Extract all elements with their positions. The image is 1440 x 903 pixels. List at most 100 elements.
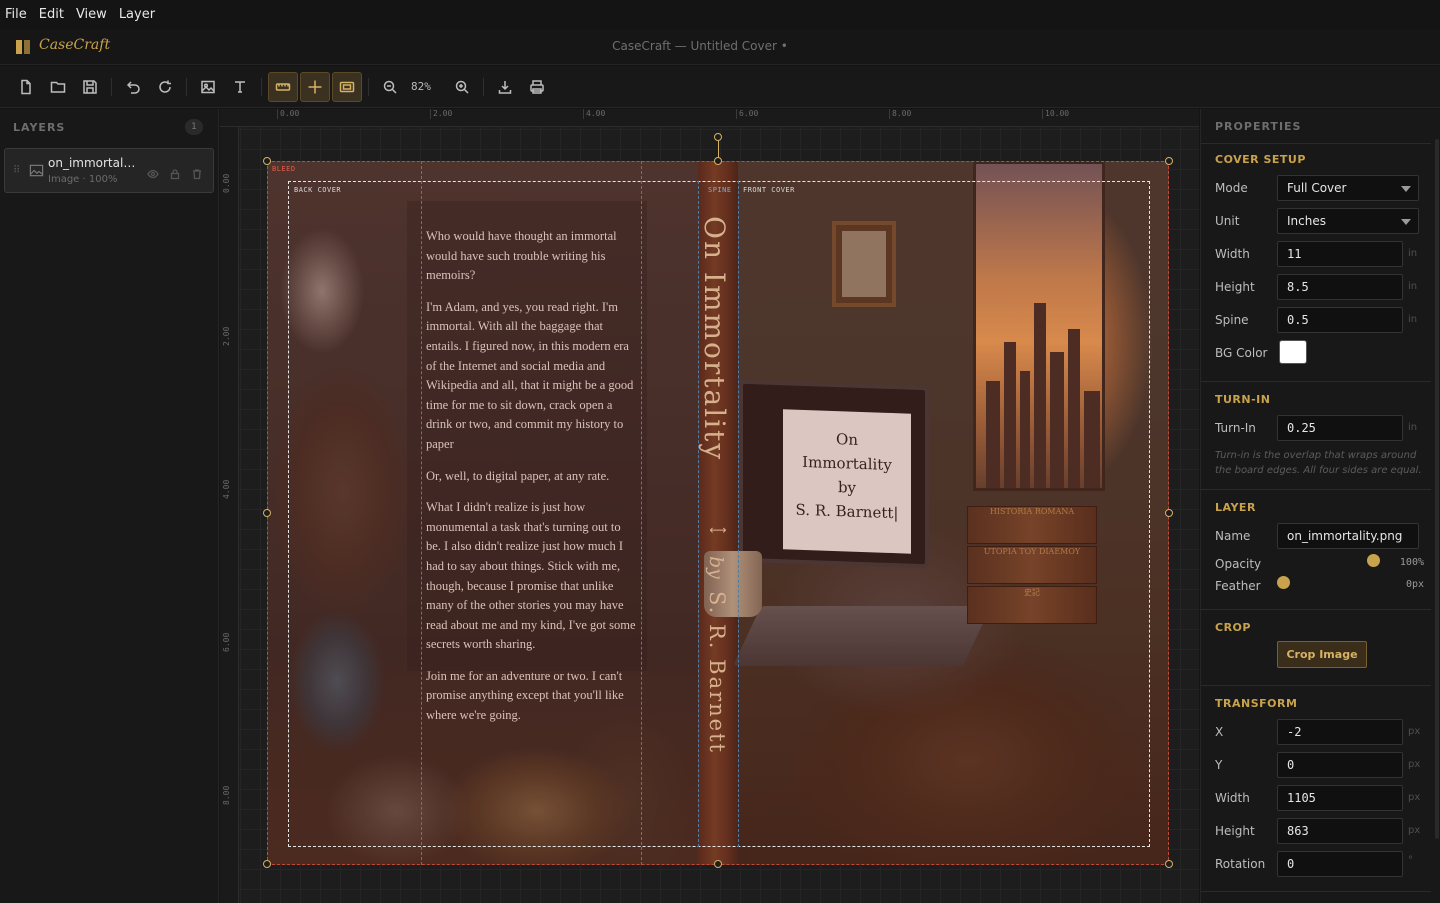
unit-suffix: in [1408, 248, 1418, 259]
section-crop: CROP [1215, 621, 1251, 634]
y-input[interactable]: 0 [1277, 752, 1403, 778]
ruler-label: 2.00 [222, 326, 231, 346]
spine-guide-left [698, 181, 699, 847]
transform-height-input[interactable]: 863 [1277, 818, 1403, 844]
menu-bar: File Edit View Layer [0, 0, 1440, 29]
width-label: Width [1215, 247, 1250, 261]
guide-line [421, 161, 422, 865]
resize-handle-n[interactable] [714, 157, 722, 165]
ruler-label: 0.00 [222, 173, 231, 193]
resize-handle-w[interactable] [263, 509, 271, 517]
zoom-level: 82% [411, 80, 431, 93]
opacity-slider[interactable] [1367, 554, 1380, 567]
unit-select[interactable]: Inches [1277, 208, 1419, 234]
open-folder-button[interactable] [43, 72, 73, 102]
feather-slider[interactable] [1277, 576, 1290, 589]
x-input[interactable]: -2 [1277, 719, 1403, 745]
layer-name: on_immortali… [48, 156, 136, 170]
menu-file[interactable]: File [5, 7, 33, 22]
rotation-input[interactable]: 0 [1277, 851, 1403, 877]
bleed-icon [339, 81, 355, 93]
print-button[interactable] [522, 72, 552, 102]
height-label: Height [1215, 280, 1255, 294]
layer-item[interactable]: ⠿ on_immortali… Image · 100% [4, 148, 214, 193]
resize-handle-ne[interactable] [1165, 157, 1173, 165]
save-icon [83, 80, 97, 94]
rotation-label: Rotation [1215, 857, 1266, 871]
turn-in-note: Turn-in is the overlap that wraps around… [1215, 450, 1422, 476]
ruler-label: 6.00 [736, 109, 758, 119]
back-cover-label: BACK COVER [294, 186, 342, 194]
zoom-out-icon [383, 80, 397, 94]
undo-icon [126, 81, 140, 94]
bg-color-swatch[interactable] [1279, 340, 1307, 364]
unit-suffix: px [1408, 726, 1421, 737]
print-icon [530, 80, 544, 94]
section-transform: TRANSFORM [1215, 697, 1298, 710]
undo-button[interactable] [118, 72, 148, 102]
menu-view[interactable]: View [76, 7, 113, 22]
unit-suffix: in [1408, 281, 1418, 292]
unit-suffix: px [1408, 825, 1421, 836]
section-layer: LAYER [1215, 501, 1256, 514]
add-image-button[interactable] [193, 72, 223, 102]
rotate-handle[interactable] [714, 133, 722, 141]
resize-handle-se[interactable] [1165, 860, 1173, 868]
bleed-label: BLEED [272, 165, 296, 173]
menu-edit[interactable]: Edit [39, 7, 70, 22]
mode-value: Full Cover [1287, 181, 1347, 195]
spine-guide-right [738, 181, 739, 847]
trash-icon[interactable] [191, 165, 203, 180]
text-icon [235, 81, 245, 93]
transform-height-label: Height [1215, 824, 1255, 838]
ruler-label: 10.00 [1042, 109, 1069, 119]
ruler-label: 4.00 [222, 479, 231, 499]
properties-panel: PROPERTIES COVER SETUP Mode Full Cover U… [1200, 109, 1440, 903]
ruler-label: 2.00 [430, 109, 452, 119]
redo-button[interactable] [150, 72, 180, 102]
spine-input[interactable]: 0.5 [1277, 307, 1403, 333]
y-label: Y [1215, 758, 1223, 772]
mode-select[interactable]: Full Cover [1277, 175, 1419, 201]
resize-handle-sw[interactable] [263, 860, 271, 868]
layers-panel: LAYERS 1 ⠿ on_immortali… Image · 100% [0, 109, 219, 903]
turn-in-input[interactable]: 0.25 [1277, 415, 1403, 441]
opacity-value: 100% [1399, 557, 1424, 568]
resize-handle-s[interactable] [714, 860, 722, 868]
zoom-out-button[interactable] [375, 72, 405, 102]
lock-icon[interactable] [169, 165, 181, 180]
canvas[interactable]: 0.00 2.00 4.00 6.00 8.00 10.00 0.00 2.00… [220, 109, 1199, 903]
width-input[interactable]: 11 [1277, 241, 1403, 267]
new-file-button[interactable] [11, 72, 41, 102]
height-input[interactable]: 8.5 [1277, 274, 1403, 300]
menu-layer[interactable]: Layer [119, 7, 161, 22]
bleed-toggle-button[interactable] [332, 72, 362, 102]
folder-icon [50, 81, 66, 93]
title-bar: CaseCraft CaseCraft — Untitled Cover • [0, 29, 1440, 65]
ruler-label: 8.00 [889, 109, 911, 119]
layer-name-input[interactable]: on_immortality.png [1277, 523, 1419, 549]
redo-icon [159, 80, 171, 93]
ruler-label: 8.00 [222, 785, 231, 805]
crop-image-button[interactable]: Crop Image [1277, 641, 1367, 668]
resize-handle-nw[interactable] [263, 157, 271, 165]
save-button[interactable] [75, 72, 105, 102]
unit-suffix: ° [1408, 855, 1413, 866]
visibility-eye-icon[interactable] [147, 165, 159, 179]
properties-scrollbar[interactable] [1435, 139, 1439, 839]
ruler-icon [275, 83, 291, 91]
export-button[interactable] [490, 72, 520, 102]
add-text-button[interactable] [225, 72, 255, 102]
resize-handle-e[interactable] [1165, 509, 1173, 517]
guides-toggle-button[interactable] [300, 72, 330, 102]
window-title: CaseCraft — Untitled Cover • [612, 39, 788, 53]
transform-width-input[interactable]: 1105 [1277, 785, 1403, 811]
crosshair-icon [308, 80, 322, 94]
unit-suffix: in [1408, 314, 1418, 325]
drag-handle-icon[interactable]: ⠿ [13, 165, 20, 176]
unit-suffix: px [1408, 792, 1421, 803]
spine-label: SPINE [708, 186, 732, 194]
zoom-in-button[interactable] [447, 72, 477, 102]
unit-suffix: in [1408, 422, 1418, 433]
ruler-toggle-button[interactable] [268, 72, 298, 102]
